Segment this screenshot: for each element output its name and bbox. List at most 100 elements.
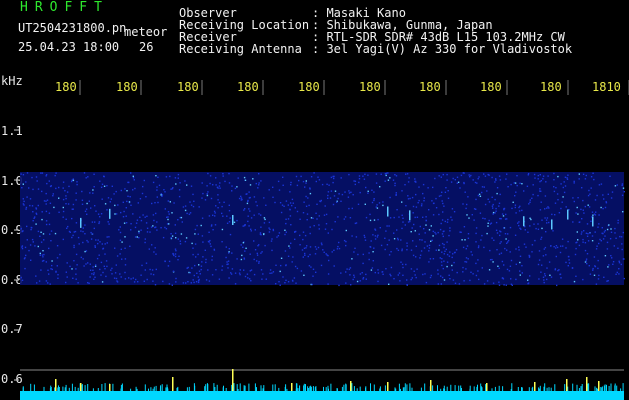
noise-speckle [314, 246, 317, 248]
noise-speckle [484, 203, 487, 206]
noise-speckle [446, 253, 449, 256]
noise-speckle [229, 217, 231, 219]
baseline-noise [188, 386, 190, 391]
noise-speckle [311, 283, 313, 286]
noise-speckle [550, 276, 553, 278]
noise-speckle [441, 242, 444, 245]
noise-speckle [24, 267, 26, 270]
noise-speckle [558, 212, 561, 214]
noise-speckle [174, 177, 177, 179]
noise-speckle [120, 211, 122, 214]
noise-speckle [443, 253, 445, 255]
noise-speckle [207, 191, 209, 193]
noise-speckle [123, 222, 126, 224]
noise-speckle [132, 177, 135, 179]
noise-speckle [236, 219, 238, 222]
noise-speckle [211, 224, 213, 226]
noise-speckle [26, 239, 28, 241]
noise-speckle [213, 248, 215, 251]
noise-speckle [344, 216, 347, 218]
baseline-noise [58, 387, 60, 391]
noise-speckle [39, 254, 41, 256]
noise-speckle [363, 234, 365, 237]
baseline-noise [278, 387, 280, 391]
baseline-noise [543, 386, 545, 391]
noise-speckle [294, 207, 296, 209]
noise-speckle [125, 207, 127, 209]
baseline-noise [325, 387, 327, 391]
baseline-noise [214, 387, 216, 391]
noise-speckle [529, 225, 531, 227]
noise-speckle [294, 265, 297, 268]
noise-speckle [506, 242, 508, 244]
noise-speckle [575, 247, 577, 250]
noise-speckle [244, 250, 246, 252]
noise-speckle [31, 238, 34, 241]
noise-speckle [417, 202, 419, 204]
noise-speckle [587, 204, 589, 206]
noise-speckle [190, 185, 193, 187]
noise-speckle [253, 214, 255, 216]
noise-speckle [59, 253, 61, 256]
noise-speckle [519, 270, 521, 272]
noise-speckle [129, 245, 131, 247]
noise-speckle [325, 223, 328, 225]
noise-speckle [583, 212, 585, 214]
noise-speckle [354, 247, 356, 249]
noise-speckle [621, 243, 623, 245]
noise-speckle [545, 254, 547, 256]
noise-speckle [388, 225, 390, 227]
noise-speckle [307, 255, 309, 258]
noise-speckle [585, 174, 587, 177]
noise-speckle [133, 179, 135, 181]
noise-speckle [553, 172, 555, 175]
noise-speckle [210, 245, 212, 248]
noise-speckle [233, 221, 236, 223]
noise-speckle [271, 272, 273, 274]
baseline-noise [207, 384, 209, 391]
noise-speckle [443, 279, 446, 281]
baseline-noise [491, 388, 493, 391]
noise-speckle [540, 271, 542, 273]
noise-speckle [168, 283, 171, 285]
noise-speckle [54, 174, 56, 177]
noise-speckle [228, 204, 230, 206]
noise-speckle [374, 235, 377, 237]
baseline-noise [65, 384, 67, 391]
noise-speckle [194, 228, 197, 231]
noise-speckle [182, 206, 185, 208]
noise-speckle [362, 278, 364, 280]
noise-speckle [623, 277, 625, 280]
noise-speckle [104, 243, 106, 245]
noise-speckle [523, 190, 525, 192]
noise-speckle [257, 187, 259, 189]
noise-speckle [347, 196, 350, 198]
noise-speckle [62, 216, 64, 218]
noise-speckle [546, 217, 549, 219]
noise-speckle [94, 205, 96, 207]
noise-speckle [62, 210, 65, 213]
noise-speckle [446, 179, 448, 181]
noise-speckle [332, 203, 335, 206]
noise-speckle [593, 178, 595, 181]
noise-speckle [240, 197, 243, 199]
noise-speckle [397, 239, 399, 241]
noise-speckle [138, 237, 140, 239]
noise-speckle [559, 251, 562, 254]
noise-speckle [492, 211, 495, 214]
noise-speckle [214, 215, 216, 217]
noise-speckle [508, 270, 511, 272]
noise-speckle [309, 192, 312, 195]
noise-speckle [493, 239, 495, 241]
baseline-noise [254, 383, 256, 391]
noise-speckle [98, 254, 100, 256]
noise-speckle [542, 276, 545, 278]
noise-speckle [37, 204, 39, 207]
noise-speckle [408, 177, 410, 179]
noise-speckle [285, 200, 288, 202]
noise-speckle [553, 179, 555, 181]
noise-speckle [421, 239, 423, 241]
noise-speckle [514, 182, 517, 184]
noise-speckle [376, 236, 379, 238]
noise-speckle [501, 260, 504, 263]
